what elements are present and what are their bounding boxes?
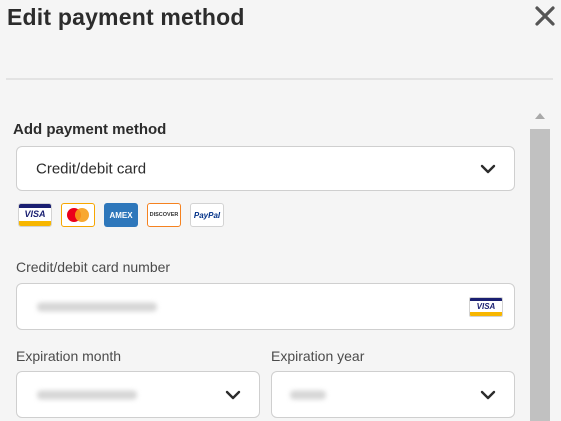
visa-logo: VISA [18,203,52,227]
close-icon [535,6,555,26]
scroll-up-icon [535,113,545,119]
edit-payment-dialog: Edit payment method Add payment method C… [0,0,561,421]
dialog-title: Edit payment method [7,4,245,30]
scroll-up-button[interactable] [527,103,553,129]
discover-logo: DISCOVER [147,203,181,227]
mastercard-logo [61,203,95,227]
expiration-year-select[interactable] [271,371,515,418]
payment-method-select[interactable]: Credit/debit card [16,146,515,191]
section-label: Add payment method [13,121,167,138]
scroll-thumb[interactable] [530,129,550,421]
expiration-year-value [290,390,326,399]
card-number-label: Credit/debit card number [16,259,171,275]
close-button[interactable] [531,2,559,30]
expiration-month-select[interactable] [16,371,260,418]
payment-method-value: Credit/debit card [36,160,147,177]
expiration-month-value [37,390,137,399]
chevron-down-icon [480,164,496,173]
card-number-input[interactable]: VISA [16,283,515,330]
chevron-down-icon [480,390,496,399]
visa-icon: VISA [469,297,503,317]
chevron-down-icon [225,390,241,399]
header-divider [6,78,553,80]
paypal-logo: PayPal [190,203,224,227]
card-number-value [37,302,157,311]
amex-logo: AMEX [104,203,138,227]
scrollbar[interactable] [527,103,553,421]
expiration-year-label: Expiration year [271,348,365,364]
expiration-month-label: Expiration month [16,348,122,364]
